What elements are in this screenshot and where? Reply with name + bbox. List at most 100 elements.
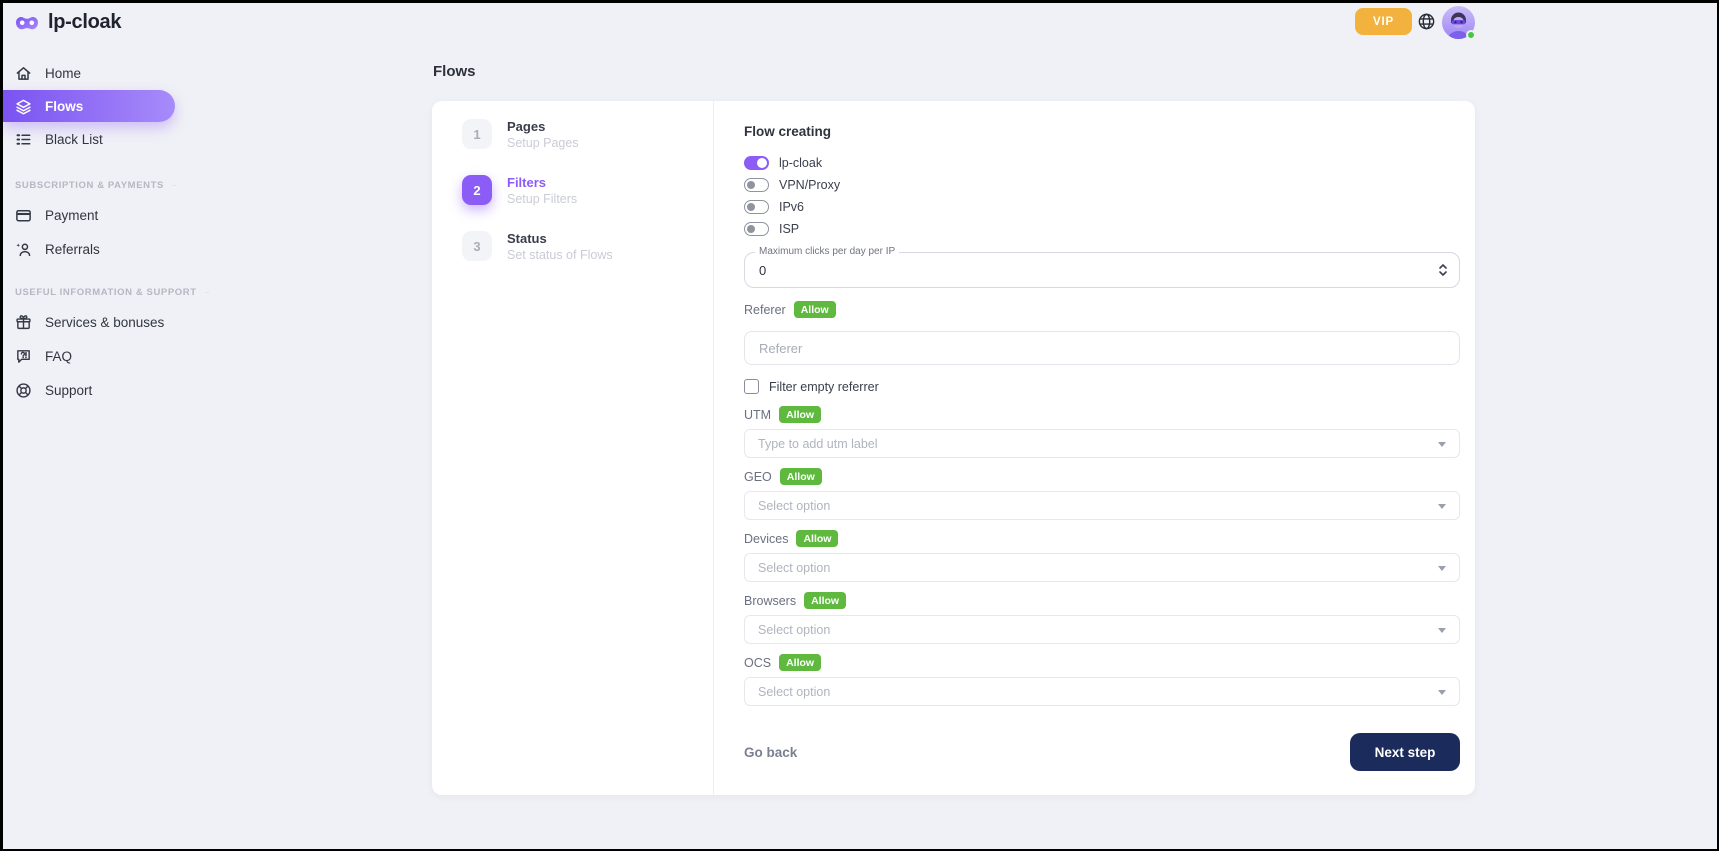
browsers-allow-badge[interactable]: Allow <box>804 592 846 609</box>
step-number-badge: 3 <box>462 231 492 261</box>
select-placeholder: Select option <box>758 561 830 575</box>
flow-wizard-card: 1 Pages Setup Pages 2 Filters Setup Filt… <box>432 101 1475 795</box>
sidebar-section-header: SUBSCRIPTION & PAYMENTS <box>3 178 175 192</box>
devices-allow-badge[interactable]: Allow <box>796 530 838 547</box>
step-number-badge: 2 <box>462 175 492 205</box>
mask-logo-icon <box>14 14 40 32</box>
step-subtitle: Set status of Flows <box>507 247 613 263</box>
sidebar-section-header: USEFUL INFORMATION & SUPPORT <box>3 285 175 299</box>
sidebar-item-label: Flows <box>45 99 83 114</box>
toggle-vpn-proxy[interactable]: VPN/Proxy <box>744 174 1460 196</box>
select-placeholder: Select option <box>758 623 830 637</box>
sidebar-item-label: FAQ <box>45 349 72 364</box>
referer-label: Referer <box>744 303 786 317</box>
toggle-switch-on[interactable] <box>744 156 769 170</box>
sidebar-item-services-bonuses[interactable]: Services & bonuses <box>3 307 175 337</box>
toggle-switch-off[interactable] <box>744 178 769 192</box>
step-title: Filters <box>507 175 577 191</box>
chevron-down-icon <box>1438 442 1446 447</box>
sidebar-item-label: Black List <box>45 132 103 147</box>
referer-input[interactable] <box>744 331 1460 365</box>
next-step-button[interactable]: Next step <box>1350 733 1460 771</box>
form-title: Flow creating <box>744 124 1460 139</box>
sidebar-nav: Home Flows Black List SUBSCRIPTION & PAY… <box>3 58 175 405</box>
toggle-label: VPN/Proxy <box>779 178 840 192</box>
screenshot-edge <box>0 0 1719 3</box>
page-title: Flows <box>433 63 476 80</box>
step-subtitle: Setup Pages <box>507 135 579 151</box>
referrals-person-icon <box>14 240 32 258</box>
sidebar-item-faq[interactable]: FAQ <box>3 341 175 371</box>
toggle-label: lp-cloak <box>779 156 822 170</box>
language-globe-icon[interactable] <box>1417 12 1436 31</box>
sidebar-item-label: Support <box>45 383 92 398</box>
sidebar-item-label: Referrals <box>45 242 100 257</box>
chevron-down-icon <box>1438 504 1446 509</box>
geo-select[interactable]: Select option <box>744 491 1460 520</box>
flow-creating-form: Flow creating lp-cloak VPN/Proxy IPv6 IS… <box>714 101 1475 795</box>
browsers-select[interactable]: Select option <box>744 615 1460 644</box>
geo-label: GEO <box>744 470 772 484</box>
sidebar-item-referrals[interactable]: Referrals <box>3 234 175 264</box>
step-filters[interactable]: 2 Filters Setup Filters <box>432 175 713 207</box>
step-number-badge: 1 <box>462 119 492 149</box>
chevron-down-icon <box>1438 690 1446 695</box>
select-placeholder: Type to add utm label <box>758 437 878 451</box>
ocs-label-row: OCS Allow <box>744 654 1460 671</box>
wizard-stepper: 1 Pages Setup Pages 2 Filters Setup Filt… <box>432 101 714 795</box>
chevron-down-icon <box>1438 628 1446 633</box>
geo-label-row: GEO Allow <box>744 468 1460 485</box>
toggle-lp-cloak[interactable]: lp-cloak <box>744 152 1460 174</box>
screenshot-edge <box>0 0 3 851</box>
utm-label: UTM <box>744 408 771 422</box>
filter-empty-referrer-row[interactable]: Filter empty referrer <box>744 379 1460 394</box>
ocs-allow-badge[interactable]: Allow <box>779 654 821 671</box>
max-clicks-field[interactable]: Maximum clicks per day per IP <box>744 252 1460 288</box>
home-icon <box>14 64 32 82</box>
number-stepper-icon[interactable] <box>1438 261 1448 279</box>
utm-allow-badge[interactable]: Allow <box>779 406 821 423</box>
utm-select[interactable]: Type to add utm label <box>744 429 1460 458</box>
devices-select[interactable]: Select option <box>744 553 1460 582</box>
checkbox-label: Filter empty referrer <box>769 380 879 394</box>
step-status[interactable]: 3 Status Set status of Flows <box>432 231 713 263</box>
filter-empty-referrer-checkbox[interactable] <box>744 379 759 394</box>
credit-card-icon <box>14 206 32 224</box>
lifebuoy-icon <box>14 381 32 399</box>
gift-icon <box>14 313 32 331</box>
toggle-label: IPv6 <box>779 200 804 214</box>
geo-allow-badge[interactable]: Allow <box>780 468 822 485</box>
toggle-isp[interactable]: ISP <box>744 218 1460 240</box>
max-clicks-input[interactable] <box>745 253 1459 287</box>
go-back-button[interactable]: Go back <box>744 745 797 760</box>
step-title: Status <box>507 231 613 247</box>
referer-label-row: Referer Allow <box>744 301 1460 318</box>
vip-button[interactable]: VIP <box>1355 8 1412 35</box>
toggle-ipv6[interactable]: IPv6 <box>744 196 1460 218</box>
sidebar-item-home[interactable]: Home <box>3 58 175 88</box>
app-name: lp-cloak <box>48 11 121 34</box>
devices-label: Devices <box>744 532 788 546</box>
referer-allow-badge[interactable]: Allow <box>794 301 836 318</box>
select-placeholder: Select option <box>758 499 830 513</box>
sidebar-item-flows[interactable]: Flows <box>3 90 175 122</box>
form-footer: Go back Next step <box>744 733 1460 771</box>
toggle-label: ISP <box>779 222 799 236</box>
sidebar-item-support[interactable]: Support <box>3 375 175 405</box>
toggle-group: lp-cloak VPN/Proxy IPv6 ISP <box>744 152 1460 240</box>
ocs-select[interactable]: Select option <box>744 677 1460 706</box>
toggle-switch-off[interactable] <box>744 222 769 236</box>
toggle-switch-off[interactable] <box>744 200 769 214</box>
step-pages[interactable]: 1 Pages Setup Pages <box>432 119 713 151</box>
browsers-label: Browsers <box>744 594 796 608</box>
max-clicks-label: Maximum clicks per day per IP <box>755 246 899 257</box>
chevron-down-icon <box>1438 566 1446 571</box>
sidebar-item-payment[interactable]: Payment <box>3 200 175 230</box>
sidebar-item-black-list[interactable]: Black List <box>3 124 175 154</box>
sidebar-item-label: Services & bonuses <box>45 315 164 330</box>
step-subtitle: Setup Filters <box>507 191 577 207</box>
app-logo[interactable]: lp-cloak <box>14 11 121 34</box>
sidebar-item-label: Home <box>45 66 81 81</box>
flows-stack-icon <box>14 97 32 115</box>
faq-chat-icon <box>14 347 32 365</box>
